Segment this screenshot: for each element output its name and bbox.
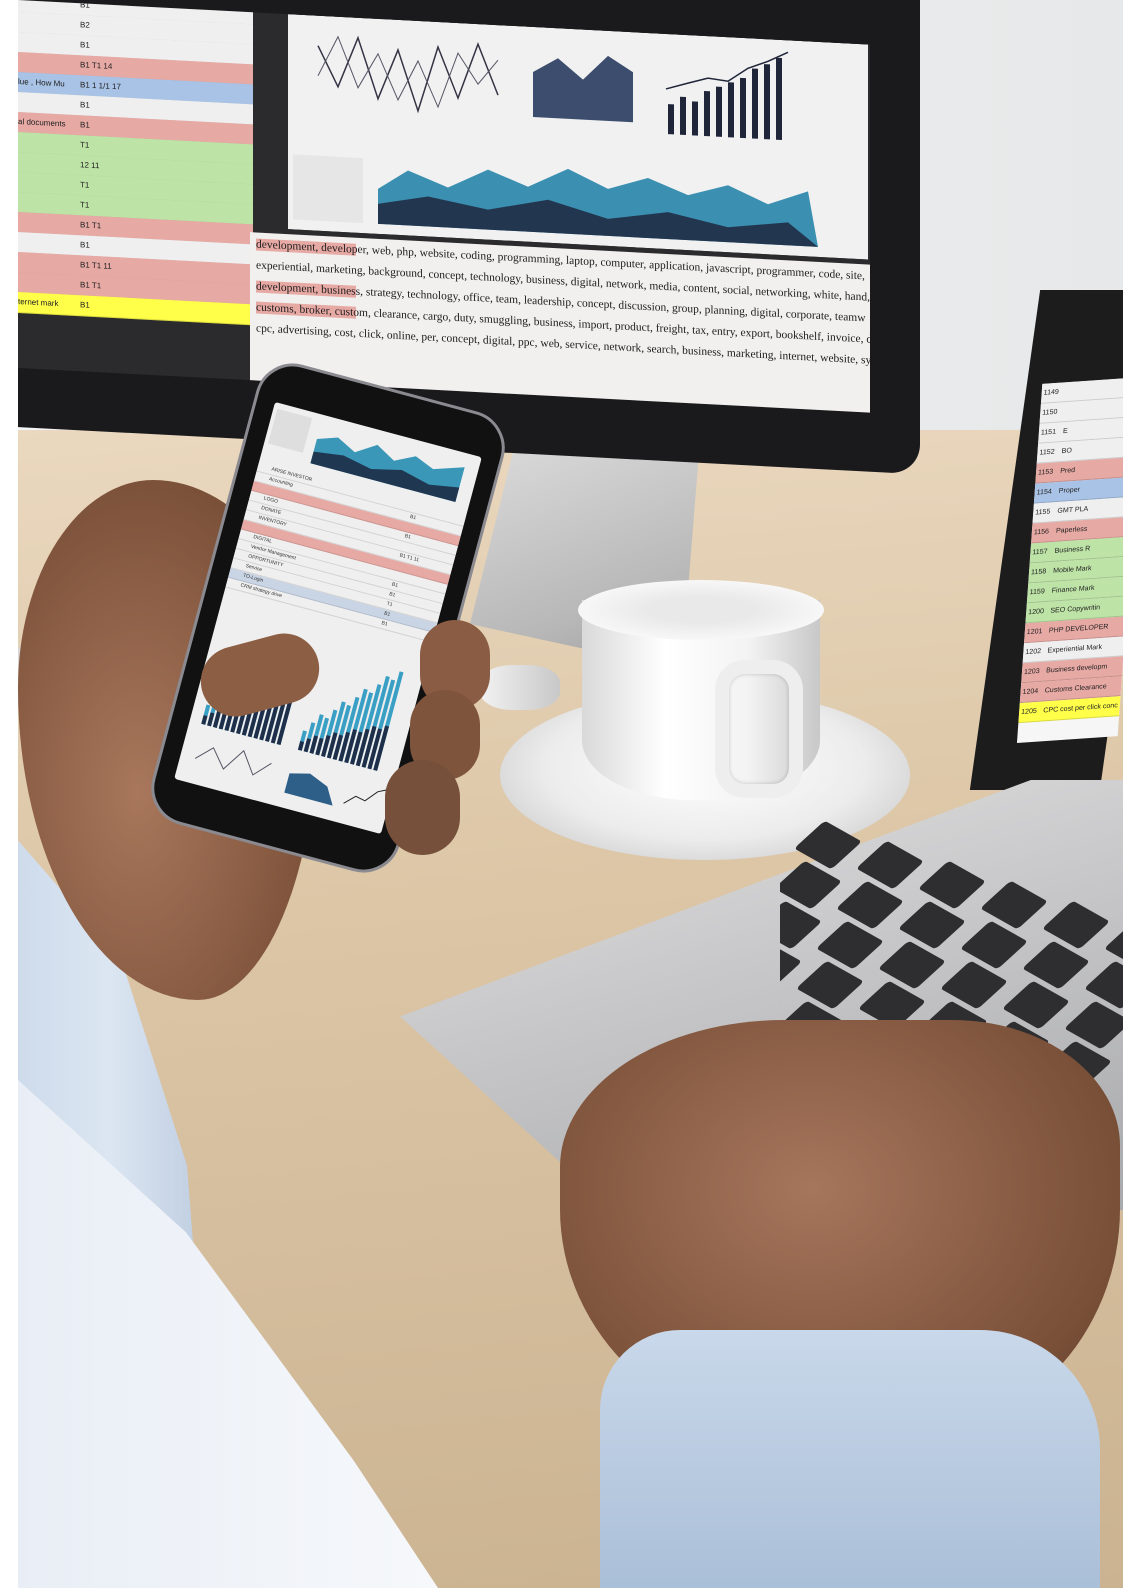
laptop-row-number: 1158 (1030, 568, 1047, 577)
laptop-row-number: 1201 (1026, 628, 1043, 637)
monitor-sheet-value: B1 (80, 120, 90, 130)
phone-row-label (242, 521, 257, 530)
laptop-row-label: Paperless (1055, 525, 1088, 535)
phone-row-value: B1 (388, 591, 396, 599)
laptop-row-label: GMT PLA (1057, 505, 1089, 515)
monitor-screen: B1 B2 B1 B1 T1 14 lue , How Mu B1 1 1/1 17 B1 a… (18, 0, 870, 413)
phone-row-value: B1 (404, 533, 412, 541)
laptop-row-number: 1152 (1039, 448, 1055, 457)
phone-mini-line-chart (194, 747, 272, 776)
monitor-sheet-value: B1 (80, 240, 90, 250)
phone-row-value: B1 (409, 513, 417, 522)
laptop-row-label: Business R (1054, 545, 1091, 555)
laptop-row-number: 1155 (1034, 508, 1051, 517)
laptop-row-number: 1202 (1025, 648, 1042, 657)
monitor-sheet-key: ternet mark (18, 297, 59, 309)
monitor-sheet-value: B1 (80, 300, 90, 310)
laptop-row-label: BO (1061, 447, 1073, 456)
laptop-row-number: 1157 (1032, 548, 1048, 557)
phone-mini-area-chart (284, 773, 333, 806)
laptop-row-label: Finance Mark (1051, 584, 1095, 595)
laptop-row-number: 1150 (1042, 408, 1058, 417)
monitor-sheet-value: B2 (80, 20, 90, 30)
laptop-row-label: SEO Copywritin (1050, 604, 1101, 615)
laptop-row-number: 1149 (1043, 388, 1060, 397)
laptop-row-label: PHP DEVELOPER (1048, 623, 1109, 635)
monitor-sheet-value: B1 T1 11 (80, 260, 112, 271)
monitor-sheet-value: B1 (80, 40, 90, 50)
laptop-row-number: 1153 (1037, 468, 1054, 477)
laptop-row-number: 1203 (1023, 668, 1040, 677)
laptop-row-label: Proper (1058, 486, 1081, 495)
phone-row-value: T1 (385, 600, 394, 609)
phone-bar-dark (303, 738, 312, 753)
laptop-row-number: 1200 (1027, 608, 1045, 617)
phone-row-value: B1 (391, 581, 399, 589)
monitor-sheet-value: 12 11 (80, 160, 100, 171)
laptop-row-label: CPC cost per click conc (1043, 702, 1118, 715)
laptop-row-number: 1151 (1040, 428, 1057, 437)
monitor-sheet-value: B1 T1 (80, 280, 102, 291)
monitor-spreadsheet: B1 B2 B1 B1 T1 14 lue , How Mu B1 1 1/1 17 B1 a… (18, 0, 253, 380)
monitor-sheet-value: T1 (80, 200, 90, 210)
monitor-sheet-value: B1 (80, 100, 90, 110)
monitor-sheet-value: T1 (80, 140, 90, 150)
laptop-row-label: Business developm (1045, 663, 1108, 675)
growth-chart-icon (268, 408, 313, 453)
phone-row-value: B1 (383, 610, 391, 618)
monitor-sheet-value: B1 T1 (80, 220, 102, 231)
left-finger (385, 760, 460, 855)
left-white-border (0, 0, 18, 1588)
right-shirt-sleeve (600, 1330, 1100, 1588)
phone-mini-trend-line (343, 789, 389, 804)
phone-row-value: B1 (380, 620, 389, 628)
phone-bar-dark (207, 712, 215, 727)
monitor-sheet-value: T1 (80, 180, 90, 190)
phone-bar-dark (297, 741, 305, 751)
laptop-key (780, 900, 822, 950)
phone-bar-dark (201, 715, 208, 725)
phone-row-label (252, 482, 267, 491)
monitor-sheet-value: B1 1 1/1 17 (80, 80, 121, 92)
laptop-row-number: 1205 (1020, 707, 1038, 716)
coffee-cup-handle (715, 660, 803, 798)
laptop-row-label: Experiential Mark (1047, 643, 1103, 655)
laptop-key (1084, 960, 1123, 1010)
coffee-cup-rim (578, 580, 824, 640)
laptop-row-number: 1154 (1036, 488, 1053, 497)
growth-chart-icon (293, 154, 363, 224)
monitor-sheet-value: B1 T1 14 (80, 60, 113, 71)
laptop-row-label: Customs Clearance (1044, 683, 1107, 695)
laptop-key (780, 860, 842, 910)
laptop-row-label: Mobile Mark (1052, 565, 1092, 575)
laptop-row-number: 1156 (1033, 528, 1050, 537)
monitor-charts (288, 14, 868, 260)
laptop-row-label: Pred (1059, 467, 1076, 476)
laptop-row-label: E (1062, 427, 1068, 436)
laptop-row-number: 1204 (1022, 687, 1039, 697)
laptop-row-number: 1159 (1029, 588, 1045, 597)
